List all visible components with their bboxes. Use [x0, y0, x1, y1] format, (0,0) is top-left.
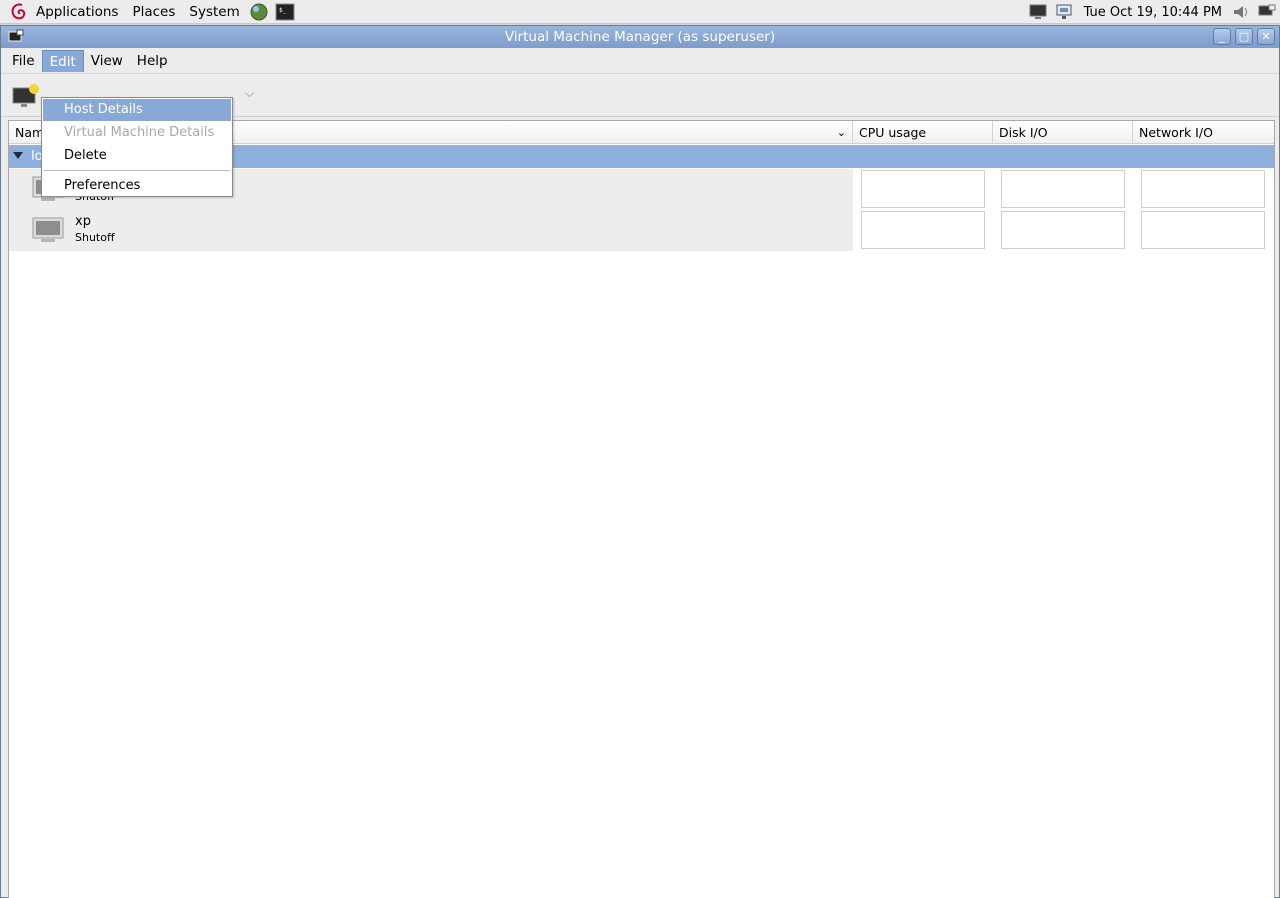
- system-menu[interactable]: System: [189, 1, 239, 23]
- vm-manager-window: Virtual Machine Manager (as superuser) _…: [0, 25, 1280, 898]
- column-disk-io[interactable]: Disk I/O: [993, 121, 1133, 144]
- column-name-label: Nam: [15, 125, 45, 140]
- applications-menu[interactable]: Applications: [36, 1, 118, 23]
- window-title: Virtual Machine Manager (as superuser): [504, 29, 776, 45]
- menu-view[interactable]: View: [84, 50, 130, 72]
- cpu-usage-graph: [861, 170, 985, 208]
- network-tray-icon[interactable]: [1054, 1, 1076, 23]
- minimize-button[interactable]: _: [1213, 28, 1231, 45]
- column-network-io[interactable]: Network I/O: [1133, 121, 1276, 144]
- vm-monitor-icon: [31, 216, 65, 244]
- menubar: File Edit View Help: [1, 49, 1279, 73]
- maximize-button[interactable]: □: [1235, 28, 1253, 45]
- disk-io-graph: [1001, 170, 1125, 208]
- column-cpu-usage[interactable]: CPU usage: [853, 121, 993, 144]
- network-io-graph: [1141, 211, 1265, 249]
- menu-help[interactable]: Help: [130, 50, 175, 72]
- vm-list[interactable]: Nam ⌄ CPU usage Disk I/O Network I/O lo …: [8, 120, 1275, 898]
- menu-item-preferences[interactable]: Preferences: [43, 175, 231, 197]
- close-button[interactable]: ✕: [1257, 28, 1275, 45]
- menu-item-vm-details: Virtual Machine Details: [64, 125, 215, 140]
- monitor-tray-icon[interactable]: [1028, 1, 1050, 23]
- web-browser-icon[interactable]: [248, 1, 270, 23]
- cpu-usage-graph: [861, 211, 985, 249]
- network-io-graph: [1141, 170, 1265, 208]
- sort-chevron-icon[interactable]: ⌄: [837, 121, 846, 144]
- places-menu[interactable]: Places: [132, 1, 175, 23]
- expander-triangle-icon[interactable]: [13, 152, 23, 159]
- top-panel: Applications Places System $_ Tue Oct 19…: [0, 0, 1280, 24]
- menu-item-delete[interactable]: Delete: [43, 145, 231, 167]
- menu-separator: [44, 170, 230, 171]
- chevron-down-icon[interactable]: ⌵: [245, 86, 254, 101]
- vm-status: Shutoff: [75, 231, 115, 244]
- panel-tray: Tue Oct 19, 10:44 PM: [1026, 0, 1280, 24]
- disk-io-graph: [1001, 211, 1125, 249]
- menu-edit[interactable]: Edit: [41, 50, 84, 72]
- menu-item-host-details[interactable]: Host Details: [43, 99, 231, 121]
- debian-logo-icon[interactable]: [8, 1, 30, 23]
- svg-text:$_: $_: [279, 7, 287, 14]
- vm-row-xp[interactable]: xp Shutoff: [9, 210, 853, 251]
- vm-name: xp: [75, 214, 91, 229]
- clock[interactable]: Tue Oct 19, 10:44 PM: [1084, 5, 1222, 20]
- menu-file[interactable]: File: [5, 50, 42, 72]
- vm-manager-tray-icon[interactable]: [1256, 1, 1278, 23]
- volume-icon[interactable]: [1230, 1, 1252, 23]
- new-vm-icon[interactable]: [11, 82, 41, 110]
- window-icon[interactable]: [8, 29, 24, 45]
- terminal-icon[interactable]: $_: [274, 1, 296, 23]
- edit-menu-dropdown: Host Details Virtual Machine Details Del…: [41, 97, 233, 197]
- window-titlebar[interactable]: Virtual Machine Manager (as superuser) _…: [1, 26, 1279, 48]
